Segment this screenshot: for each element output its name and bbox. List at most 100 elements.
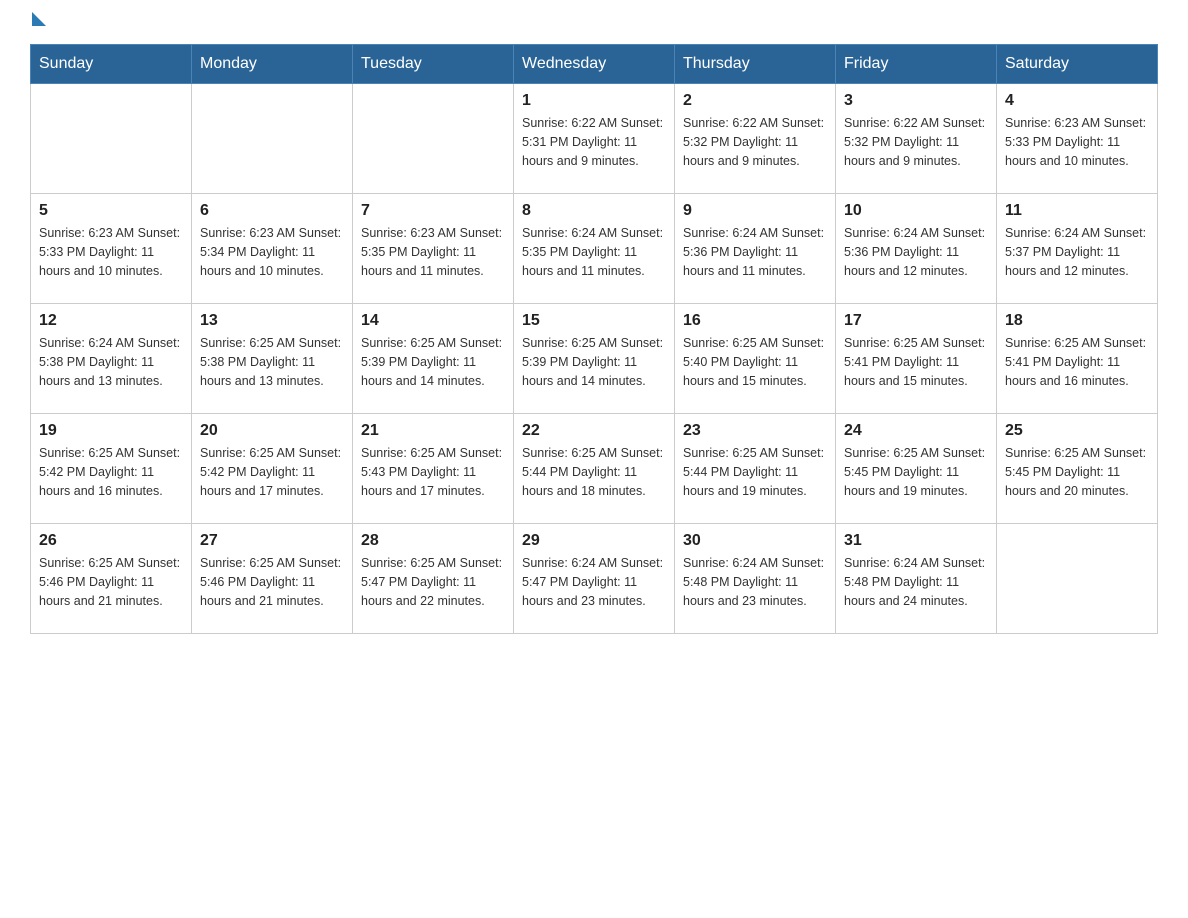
- calendar-week-row: 12 Sunrise: 6:24 AM Sunset: 5:38 PM Dayli…: [31, 304, 1158, 414]
- day-info: Sunrise: 6:25 AM Sunset: 5:45 PM Dayligh…: [1005, 444, 1149, 500]
- day-number: 31: [844, 532, 988, 550]
- day-info: Sunrise: 6:22 AM Sunset: 5:31 PM Dayligh…: [522, 114, 666, 170]
- calendar-cell: 19 Sunrise: 6:25 AM Sunset: 5:42 PM Dayli…: [31, 414, 192, 524]
- calendar-cell: 13 Sunrise: 6:25 AM Sunset: 5:38 PM Dayli…: [192, 304, 353, 414]
- day-number: 19: [39, 422, 183, 440]
- calendar-cell: 6Sunrise: 6:23 AM Sunset: 5:34 PM Daylig…: [192, 194, 353, 304]
- calendar-week-row: 19 Sunrise: 6:25 AM Sunset: 5:42 PM Dayli…: [31, 414, 1158, 524]
- calendar-cell: 8 Sunrise: 6:24 AM Sunset: 5:35 PM Daylig…: [514, 194, 675, 304]
- weekday-header-saturday: Saturday: [997, 45, 1158, 84]
- calendar-cell: 3Sunrise: 6:22 AM Sunset: 5:32 PM Daylig…: [836, 84, 997, 194]
- calendar-cell: [997, 524, 1158, 634]
- calendar-cell: [353, 84, 514, 194]
- calendar-cell: 16 Sunrise: 6:25 AM Sunset: 5:40 PM Dayli…: [675, 304, 836, 414]
- day-info: Sunrise: 6:23 AM Sunset: 5:34 PM Dayligh…: [200, 224, 344, 280]
- calendar-cell: [31, 84, 192, 194]
- calendar-table: SundayMondayTuesdayWednesdayThursdayFrid…: [30, 44, 1158, 634]
- day-number: 28: [361, 532, 505, 550]
- weekday-header-tuesday: Tuesday: [353, 45, 514, 84]
- calendar-cell: 31 Sunrise: 6:24 AM Sunset: 5:48 PM Dayli…: [836, 524, 997, 634]
- calendar-cell: 20Sunrise: 6:25 AM Sunset: 5:42 PM Dayli…: [192, 414, 353, 524]
- weekday-header-friday: Friday: [836, 45, 997, 84]
- calendar-cell: 30 Sunrise: 6:24 AM Sunset: 5:48 PM Dayli…: [675, 524, 836, 634]
- day-info: Sunrise: 6:25 AM Sunset: 5:41 PM Dayligh…: [1005, 334, 1149, 390]
- day-number: 26: [39, 532, 183, 550]
- day-number: 2: [683, 92, 827, 110]
- day-info: Sunrise: 6:24 AM Sunset: 5:36 PM Dayligh…: [844, 224, 988, 280]
- day-info: Sunrise: 6:23 AM Sunset: 5:35 PM Dayligh…: [361, 224, 505, 280]
- day-number: 11: [1005, 202, 1149, 220]
- day-info: Sunrise: 6:25 AM Sunset: 5:46 PM Dayligh…: [200, 554, 344, 610]
- calendar-cell: 1 Sunrise: 6:22 AM Sunset: 5:31 PM Daylig…: [514, 84, 675, 194]
- day-number: 1: [522, 92, 666, 110]
- weekday-header-wednesday: Wednesday: [514, 45, 675, 84]
- calendar-cell: 12 Sunrise: 6:24 AM Sunset: 5:38 PM Dayli…: [31, 304, 192, 414]
- day-number: 14: [361, 312, 505, 330]
- day-number: 22: [522, 422, 666, 440]
- day-number: 17: [844, 312, 988, 330]
- calendar-cell: 27 Sunrise: 6:25 AM Sunset: 5:46 PM Dayli…: [192, 524, 353, 634]
- calendar-cell: 25 Sunrise: 6:25 AM Sunset: 5:45 PM Dayli…: [997, 414, 1158, 524]
- calendar-cell: 23 Sunrise: 6:25 AM Sunset: 5:44 PM Dayli…: [675, 414, 836, 524]
- weekday-header-row: SundayMondayTuesdayWednesdayThursdayFrid…: [31, 45, 1158, 84]
- day-number: 13: [200, 312, 344, 330]
- day-number: 12: [39, 312, 183, 330]
- day-number: 9: [683, 202, 827, 220]
- day-info: Sunrise: 6:24 AM Sunset: 5:48 PM Dayligh…: [683, 554, 827, 610]
- day-number: 21: [361, 422, 505, 440]
- weekday-header-sunday: Sunday: [31, 45, 192, 84]
- day-number: 18: [1005, 312, 1149, 330]
- day-number: 5: [39, 202, 183, 220]
- calendar-cell: 14Sunrise: 6:25 AM Sunset: 5:39 PM Dayli…: [353, 304, 514, 414]
- calendar-cell: 10 Sunrise: 6:24 AM Sunset: 5:36 PM Dayli…: [836, 194, 997, 304]
- logo: [30, 20, 46, 26]
- day-number: 20: [200, 422, 344, 440]
- day-info: Sunrise: 6:25 AM Sunset: 5:43 PM Dayligh…: [361, 444, 505, 500]
- day-info: Sunrise: 6:25 AM Sunset: 5:40 PM Dayligh…: [683, 334, 827, 390]
- calendar-week-row: 5Sunrise: 6:23 AM Sunset: 5:33 PM Daylig…: [31, 194, 1158, 304]
- day-number: 8: [522, 202, 666, 220]
- calendar-week-row: 1 Sunrise: 6:22 AM Sunset: 5:31 PM Daylig…: [31, 84, 1158, 194]
- calendar-cell: 9 Sunrise: 6:24 AM Sunset: 5:36 PM Daylig…: [675, 194, 836, 304]
- day-info: Sunrise: 6:24 AM Sunset: 5:48 PM Dayligh…: [844, 554, 988, 610]
- day-number: 15: [522, 312, 666, 330]
- weekday-header-monday: Monday: [192, 45, 353, 84]
- day-info: Sunrise: 6:24 AM Sunset: 5:47 PM Dayligh…: [522, 554, 666, 610]
- day-info: Sunrise: 6:24 AM Sunset: 5:38 PM Dayligh…: [39, 334, 183, 390]
- calendar-cell: 26 Sunrise: 6:25 AM Sunset: 5:46 PM Dayli…: [31, 524, 192, 634]
- calendar-cell: 11Sunrise: 6:24 AM Sunset: 5:37 PM Dayli…: [997, 194, 1158, 304]
- calendar-cell: 17Sunrise: 6:25 AM Sunset: 5:41 PM Dayli…: [836, 304, 997, 414]
- day-info: Sunrise: 6:25 AM Sunset: 5:39 PM Dayligh…: [522, 334, 666, 390]
- day-number: 3: [844, 92, 988, 110]
- day-number: 29: [522, 532, 666, 550]
- calendar-cell: 29 Sunrise: 6:24 AM Sunset: 5:47 PM Dayli…: [514, 524, 675, 634]
- day-number: 24: [844, 422, 988, 440]
- day-number: 10: [844, 202, 988, 220]
- day-info: Sunrise: 6:25 AM Sunset: 5:47 PM Dayligh…: [361, 554, 505, 610]
- day-info: Sunrise: 6:25 AM Sunset: 5:46 PM Dayligh…: [39, 554, 183, 610]
- calendar-cell: [192, 84, 353, 194]
- day-info: Sunrise: 6:25 AM Sunset: 5:38 PM Dayligh…: [200, 334, 344, 390]
- weekday-header-thursday: Thursday: [675, 45, 836, 84]
- calendar-cell: 21 Sunrise: 6:25 AM Sunset: 5:43 PM Dayli…: [353, 414, 514, 524]
- day-info: Sunrise: 6:24 AM Sunset: 5:35 PM Dayligh…: [522, 224, 666, 280]
- day-number: 25: [1005, 422, 1149, 440]
- day-number: 30: [683, 532, 827, 550]
- calendar-cell: 4 Sunrise: 6:23 AM Sunset: 5:33 PM Daylig…: [997, 84, 1158, 194]
- day-number: 7: [361, 202, 505, 220]
- day-number: 23: [683, 422, 827, 440]
- calendar-cell: 15 Sunrise: 6:25 AM Sunset: 5:39 PM Dayli…: [514, 304, 675, 414]
- calendar-cell: 22 Sunrise: 6:25 AM Sunset: 5:44 PM Dayli…: [514, 414, 675, 524]
- day-number: 27: [200, 532, 344, 550]
- day-number: 4: [1005, 92, 1149, 110]
- calendar-cell: 18 Sunrise: 6:25 AM Sunset: 5:41 PM Dayli…: [997, 304, 1158, 414]
- day-info: Sunrise: 6:25 AM Sunset: 5:44 PM Dayligh…: [683, 444, 827, 500]
- day-info: Sunrise: 6:25 AM Sunset: 5:44 PM Dayligh…: [522, 444, 666, 500]
- day-info: Sunrise: 6:25 AM Sunset: 5:42 PM Dayligh…: [39, 444, 183, 500]
- calendar-cell: 24 Sunrise: 6:25 AM Sunset: 5:45 PM Dayli…: [836, 414, 997, 524]
- calendar-cell: 5Sunrise: 6:23 AM Sunset: 5:33 PM Daylig…: [31, 194, 192, 304]
- day-info: Sunrise: 6:24 AM Sunset: 5:36 PM Dayligh…: [683, 224, 827, 280]
- day-info: Sunrise: 6:23 AM Sunset: 5:33 PM Dayligh…: [1005, 114, 1149, 170]
- day-number: 16: [683, 312, 827, 330]
- day-info: Sunrise: 6:25 AM Sunset: 5:45 PM Dayligh…: [844, 444, 988, 500]
